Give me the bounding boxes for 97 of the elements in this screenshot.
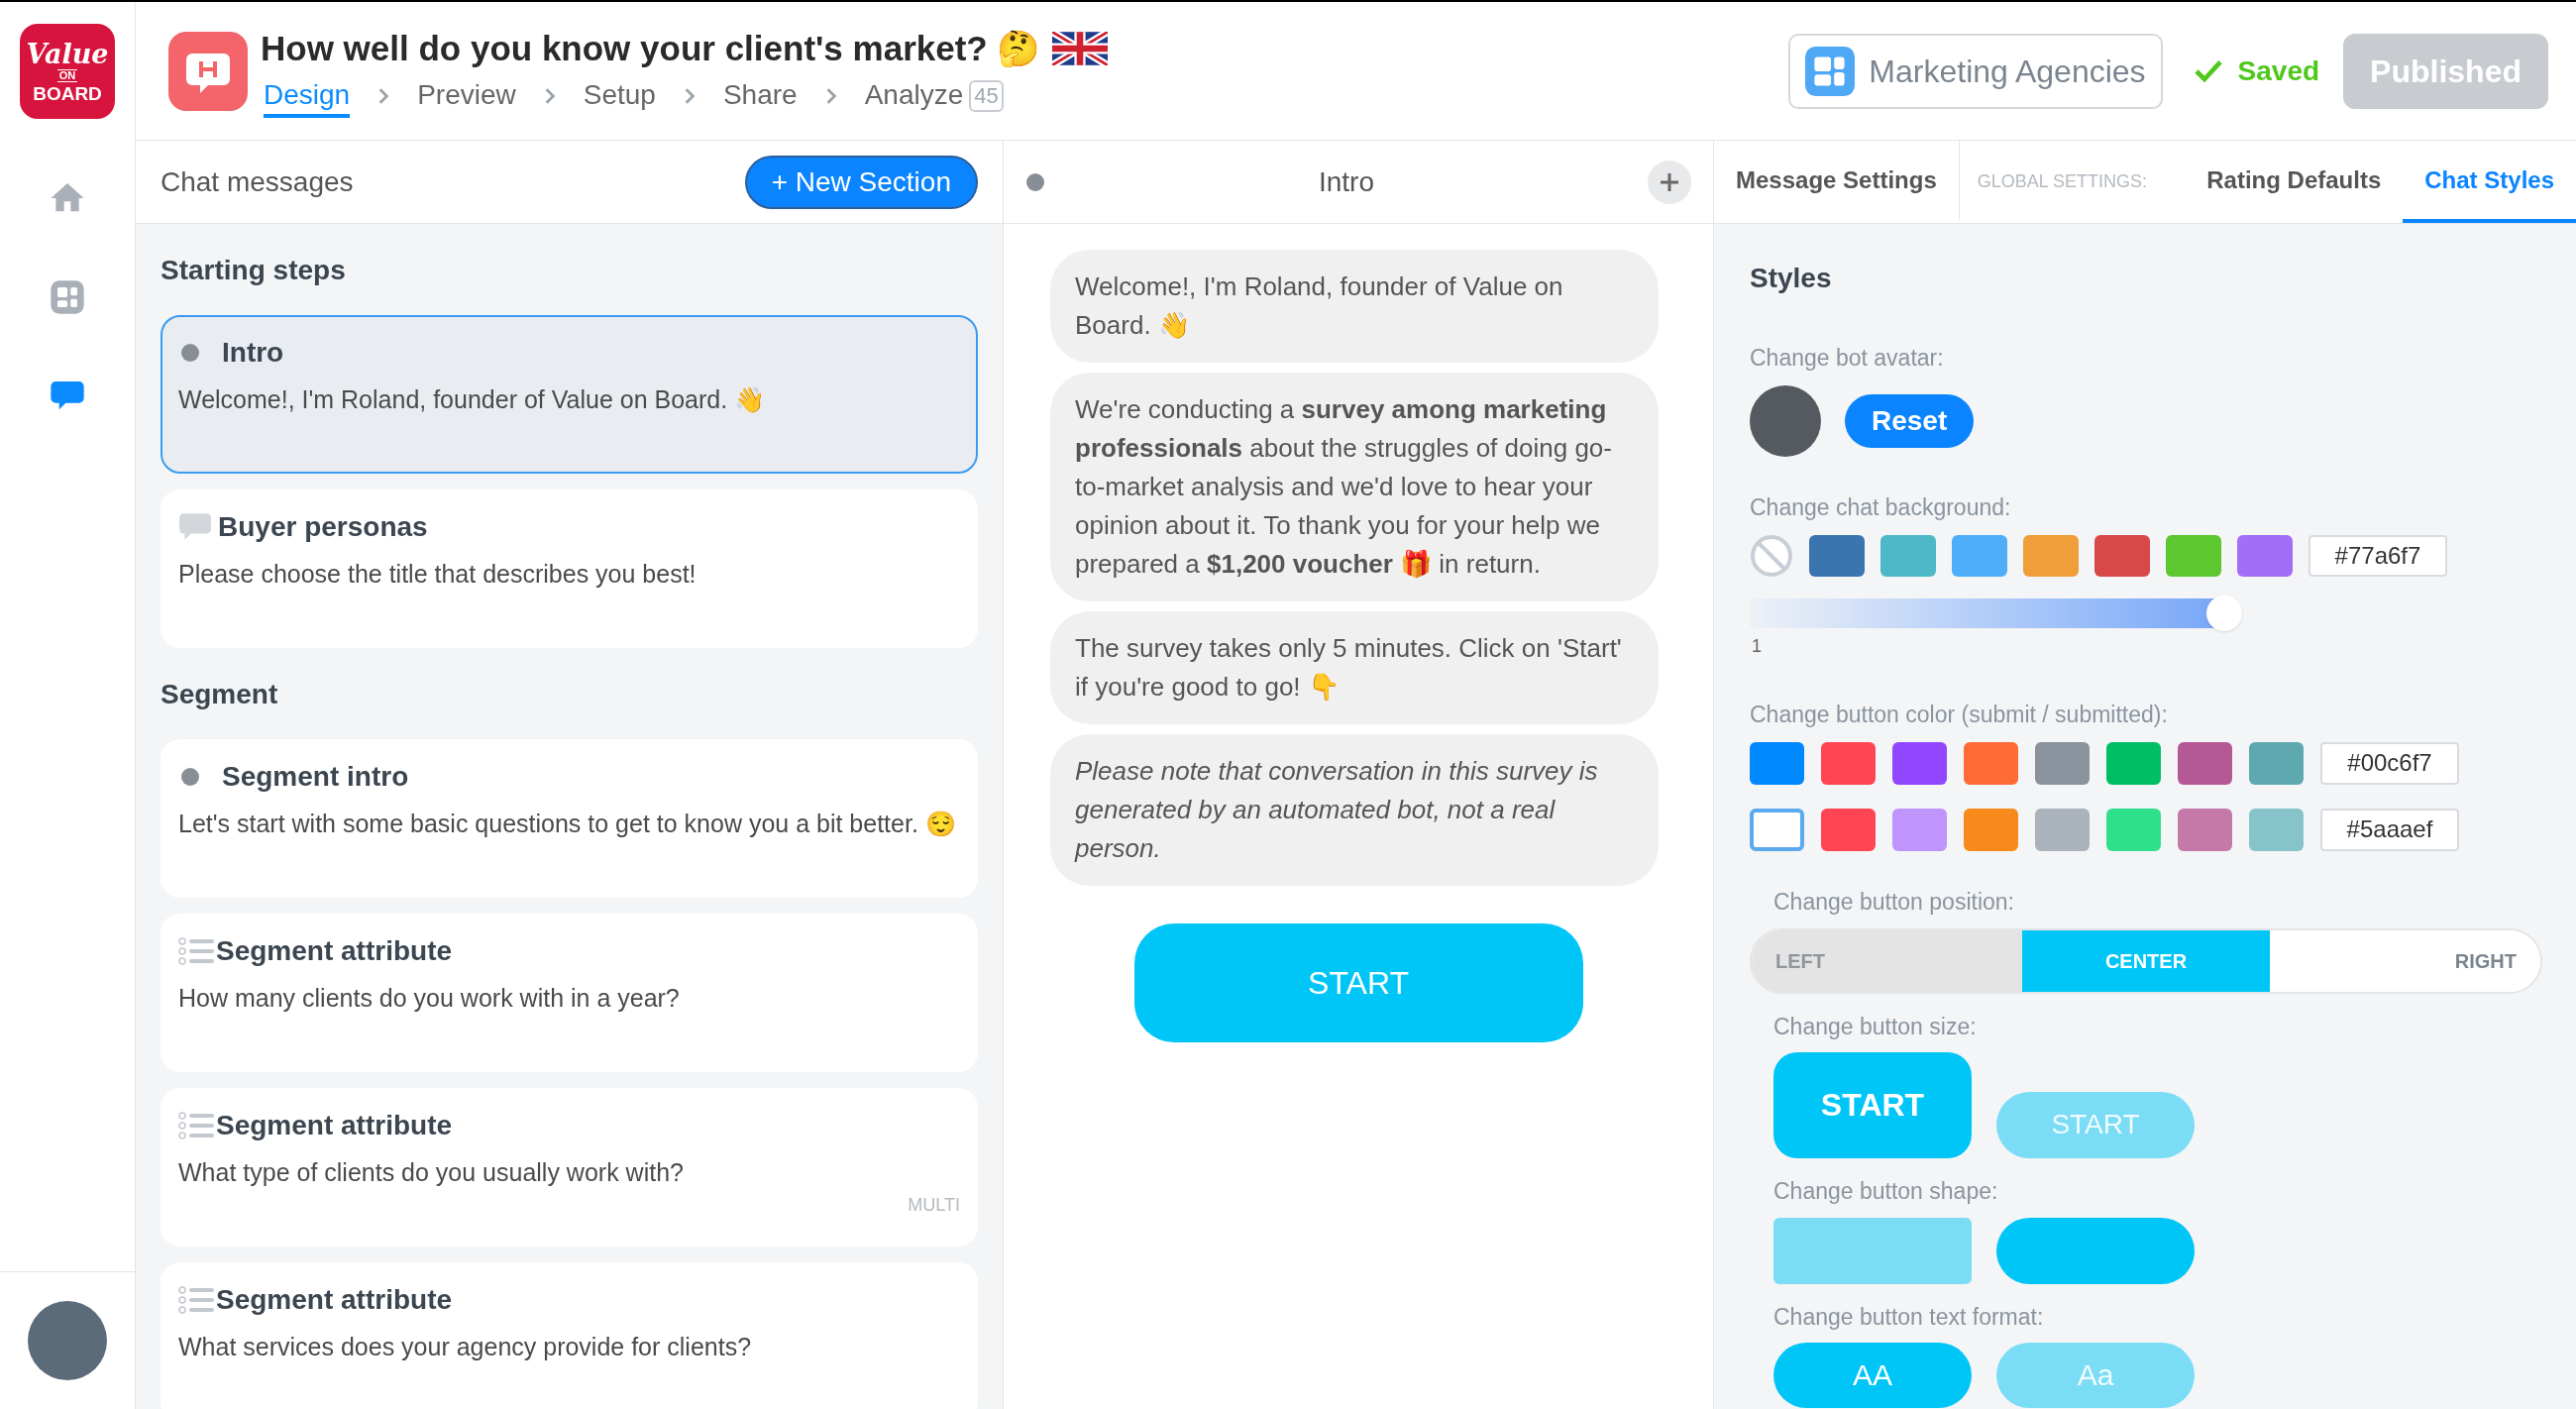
list-icon [178,1285,214,1315]
color-swatch[interactable] [1892,741,1947,785]
step-tab[interactable]: Analyze [864,73,964,118]
card-text: How many clients do you work with in a year? [178,983,681,1014]
field-label: Change chat background: [1750,492,2012,522]
chevron-icon [543,86,556,105]
reset-button[interactable]: Reset [1845,393,1975,448]
settings-tab[interactable]: Rating Defaults [2185,141,2404,223]
dashboard-icon[interactable] [48,277,87,317]
message-card[interactable]: Segment intro Let's start with some basic questions to get to know you a bit better. 😌 [161,739,978,898]
color-swatch[interactable] [2178,808,2232,851]
color-swatch[interactable] [1750,808,1804,851]
field-label: Change button size: [1773,1013,1978,1041]
card-text: What type of clients do you usually work with? [178,1157,685,1188]
dot-icon [1025,171,1045,192]
speech-bubble-icon [178,512,212,542]
list-icon [178,936,214,966]
card-text: Let's start with some basic questions to get to know you a bit better. 😌 [178,809,957,839]
color-swatch[interactable] [2094,535,2150,577]
section-heading: Segment [161,678,279,711]
message-card[interactable]: Intro Welcome!, I'm Roland, founder of Value on Board. 👋 [161,315,978,474]
flag-icon [1052,31,1109,65]
field-label: Change button shape: [1773,1176,1999,1206]
save-status: Saved [2237,54,2320,88]
section-heading: Styles [1750,262,1833,295]
step-tab[interactable]: Design [264,73,351,118]
list-icon [178,1111,214,1140]
global-settings-label: GLOBAL SETTINGS: [1977,170,2148,193]
chat-bubble: The survey takes only 5 minutes. Click on 'Start' if you're good to go! 👇 [1050,611,1659,724]
field-label: Change button text format: [1773,1303,2045,1332]
slider-reading: 1 [1752,635,1763,658]
color-swatch[interactable] [2249,808,2304,851]
count-badge: 45 [969,79,1004,112]
color-swatch[interactable] [2106,741,2161,785]
color-swatch[interactable] [2178,741,2232,785]
message-card[interactable]: Segment attribute How many clients do you work with in a year? [161,914,978,1072]
chevron-icon [824,86,837,105]
message-card[interactable]: Buyer personas Please choose the title that describes you best! [161,489,978,648]
category-button[interactable]: Marketing Agencies [1788,33,2163,109]
color-swatch[interactable] [2237,535,2293,577]
section-heading: Starting steps [161,254,347,287]
no-color-icon[interactable] [1750,534,1793,578]
color-swatch[interactable] [1952,535,2007,577]
color-swatch[interactable] [1880,535,1936,577]
message-card[interactable]: Segment attribute What services does your agency provide for clients? [161,1262,978,1409]
logo-text: BOARD [33,83,102,103]
panel-title: Chat messages [161,164,354,199]
chat-bubble: We're conducting a survey among marketing professionals about the struggles of doing go-to-market analysis and we'd love to hear your opinion about it. To thank you for your help we prepared a $1,200 voucher 🎁 in return. [1050,373,1659,601]
card-title: Segment attribute [216,1109,453,1142]
color-swatch[interactable] [1821,741,1876,785]
color-swatch[interactable] [2035,741,2090,785]
dot-icon [180,343,200,363]
color-swatch[interactable] [2106,808,2161,851]
color-swatch[interactable] [2249,741,2304,785]
hex-input[interactable]: #00c6f7 [2320,741,2459,785]
color-swatch[interactable] [1964,741,2018,785]
dot-icon [180,767,200,787]
field-label: Change bot avatar: [1750,344,1945,373]
card-title: Segment attribute [216,934,453,968]
new-section-button[interactable]: + New Section [744,155,978,209]
card-title: Buyer personas [218,510,428,544]
hex-input[interactable]: #5aaaef [2320,808,2459,851]
field-label: Change button color (submit / submitted): [1750,701,2169,729]
color-swatch[interactable] [2035,808,2090,851]
survey-title: How well do you know your client's market? 🤔 [261,27,1041,69]
card-title: Intro [222,336,284,370]
settings-tab[interactable]: Message Settings [1714,141,1960,223]
card-text: Please choose the title that describes you best! [178,559,698,590]
message-card[interactable]: Segment attribute What type of clients do you usually work with? MULTI [161,1088,978,1246]
hex-input[interactable]: #77a6f7 [2308,535,2447,577]
color-swatch[interactable] [1750,741,1804,785]
card-title: Segment intro [222,760,409,794]
chevron-icon [683,86,696,105]
add-button[interactable] [1648,160,1691,204]
color-swatch[interactable] [2023,535,2079,577]
card-title: Segment attribute [216,1283,453,1317]
preview-title: Intro [1318,164,1375,199]
dashboard-icon [1805,46,1856,96]
logo-text: ON [56,68,78,82]
card-text: Welcome!, I'm Roland, founder of Value on Board. 👋 [178,384,767,415]
step-tab[interactable]: Setup [583,73,656,118]
color-swatch[interactable] [2166,535,2221,577]
chevron-icon [377,86,390,105]
chat-bubble: Please note that conversation in this survey is generated by an automated bot, not a real person. [1050,734,1659,886]
logo-text: Value [26,40,109,67]
survey-app-icon [168,31,248,111]
step-tab[interactable]: Preview [417,73,516,118]
field-label: Change button position: [1773,887,2015,917]
chat-bubble: Welcome!, I'm Roland, founder of Value on Board. 👋 [1050,250,1659,363]
color-swatch[interactable] [1892,808,1947,851]
opacity-slider[interactable] [1750,596,2242,631]
color-swatch[interactable] [1964,808,2018,851]
type-tag: MULTI [908,1192,960,1219]
step-tab[interactable]: Share [722,73,798,118]
color-swatch[interactable] [1821,808,1876,851]
color-swatch[interactable] [1809,535,1865,577]
card-text: What services does your agency provide for clients? [178,1332,753,1362]
